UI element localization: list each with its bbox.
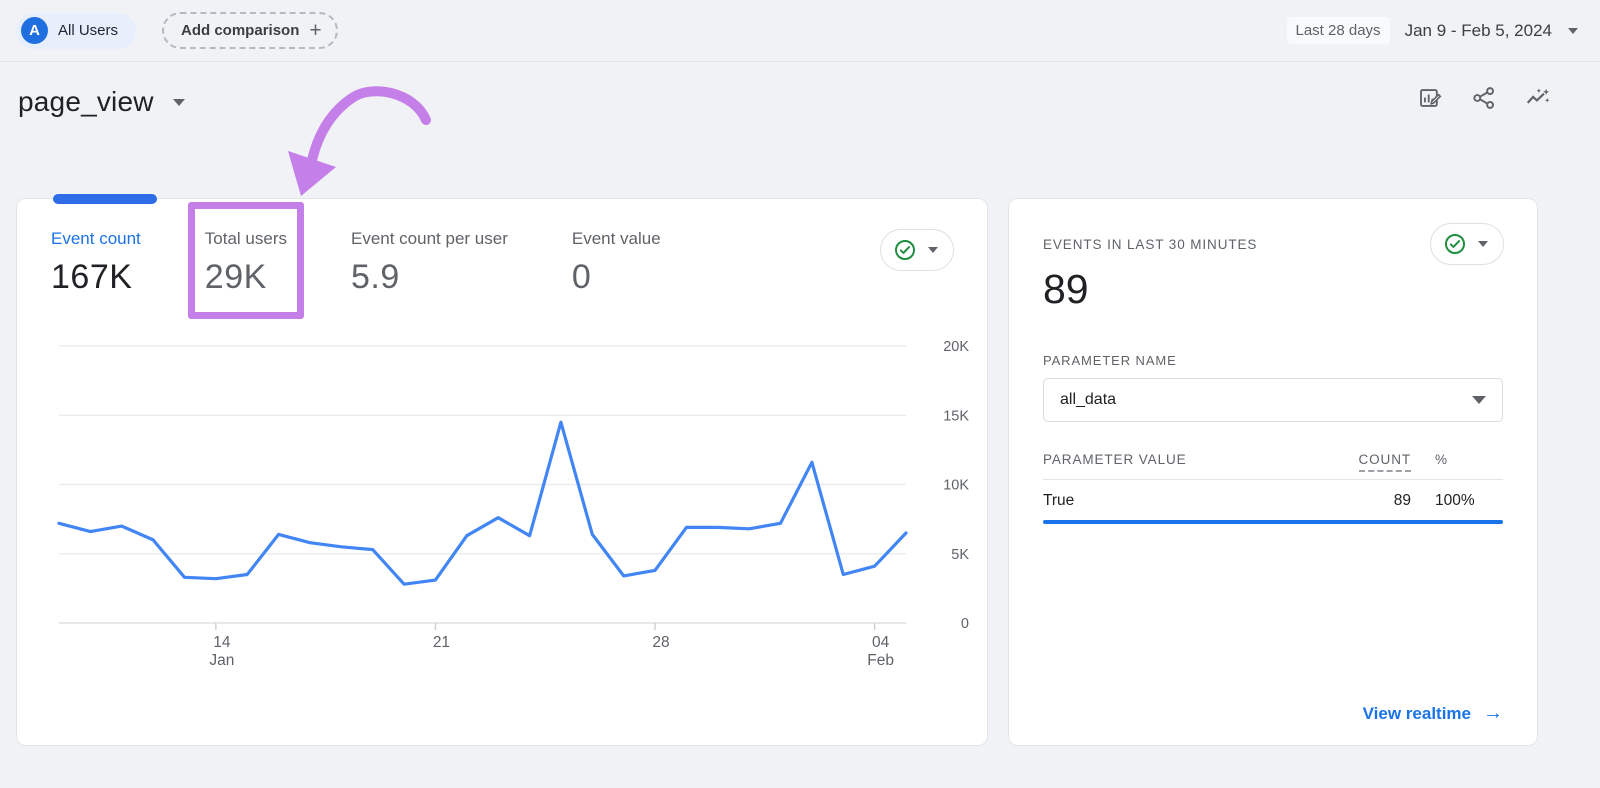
parameter-value-table: PARAMETER VALUE COUNT % True 89 100% [1043,452,1503,524]
data-quality-dropdown[interactable] [880,229,954,271]
caret-down-icon [928,247,938,253]
metric-label: Event count per user [350,229,508,248]
metric-tabs: Event count 167K Total users 29K Event c… [17,199,987,319]
header-count-sortable[interactable]: COUNT [1321,452,1411,472]
metric-label: Total users [204,229,287,248]
percent-bar [1043,520,1503,524]
table-row: True 89 100% [1043,480,1503,520]
insights-icon[interactable] [1524,84,1552,112]
realtime-event-count: 89 [1043,266,1089,312]
customize-report-icon[interactable] [1416,84,1444,112]
x-axis-tick-label: 28 [652,634,669,651]
y-axis-tick-label: 15K [943,408,969,424]
page-title: page_view [18,86,154,117]
check-circle-icon [1444,233,1466,255]
x-axis-tick-label: 14 [213,634,231,651]
view-realtime-link[interactable]: View realtime → [1363,702,1503,725]
arrow-right-icon: → [1483,702,1503,724]
series-line-event-count [57,420,908,586]
check-circle-icon [894,239,916,261]
metric-value: 29K [204,258,267,296]
event-count-trend-chart: 0 5K 10K 15K 20K 14Jan 21 28 04Feb [57,339,969,669]
active-tab-indicator [53,194,157,204]
caret-down-icon[interactable] [1568,27,1578,34]
y-axis-tick-label: 10K [943,478,969,494]
report-header: page_view [18,86,185,118]
add-comparison-label: Add comparison [181,22,300,39]
metric-label: Event value [571,229,661,248]
tab-event-count[interactable]: Event count 167K [51,229,141,297]
tab-event-value[interactable]: Event value 0 [572,229,661,297]
y-axis-tick-label: 20K [943,339,969,355]
data-quality-dropdown[interactable] [1430,223,1504,265]
tab-total-users[interactable]: Total users 29K [187,202,304,319]
y-axis-tick-label: 5K [951,547,969,563]
x-axis-tick-label: 04 [872,634,890,651]
audience-avatar: A [21,17,48,44]
add-comparison-button[interactable]: Add comparison + [162,12,338,49]
table-header-row: PARAMETER VALUE COUNT % [1043,452,1503,480]
metric-value: 5.9 [350,258,400,296]
x-axis-tick-label: Jan [209,652,234,669]
cell-count: 89 [1393,492,1411,509]
metric-value: 167K [51,258,133,296]
plus-icon: + [309,19,322,42]
event-selector-caret-icon[interactable] [172,98,185,106]
parameter-name-value: all_data [1060,391,1117,408]
caret-down-icon [1472,396,1486,404]
header-actions [1416,84,1552,112]
y-axis-tick-label: 0 [961,616,969,632]
all-users-chip[interactable]: A All Users [16,12,137,49]
x-axis-tick-label: 21 [433,634,450,651]
cell-parameter-value: True [1043,492,1075,509]
event-metrics-card: Event count 167K Total users 29K Event c… [16,194,988,746]
date-range-type: Last 28 days [1286,17,1390,44]
cell-percent: 100% [1435,492,1475,509]
view-realtime-label: View realtime [1362,703,1471,723]
caret-down-icon [1478,241,1488,247]
all-users-label: All Users [58,22,119,39]
date-range-value: Jan 9 - Feb 5, 2024 [1404,20,1552,40]
tab-event-count-per-user[interactable]: Event count per user 5.9 [351,229,508,297]
x-axis-tick-label: Feb [867,652,894,669]
share-icon[interactable] [1470,84,1498,112]
header-percent: % [1435,452,1448,467]
realtime-card: EVENTS IN LAST 30 MINUTES 89 PARAMETER N… [1008,198,1538,746]
audience-topbar: A All Users Add comparison + Last 28 day… [0,0,1600,62]
parameter-name-label: PARAMETER NAME [1043,353,1177,368]
metric-label: Event count [51,229,141,248]
header-parameter-value: PARAMETER VALUE [1043,452,1187,467]
parameter-name-select[interactable]: all_data [1043,378,1503,422]
metric-value: 0 [571,258,592,296]
